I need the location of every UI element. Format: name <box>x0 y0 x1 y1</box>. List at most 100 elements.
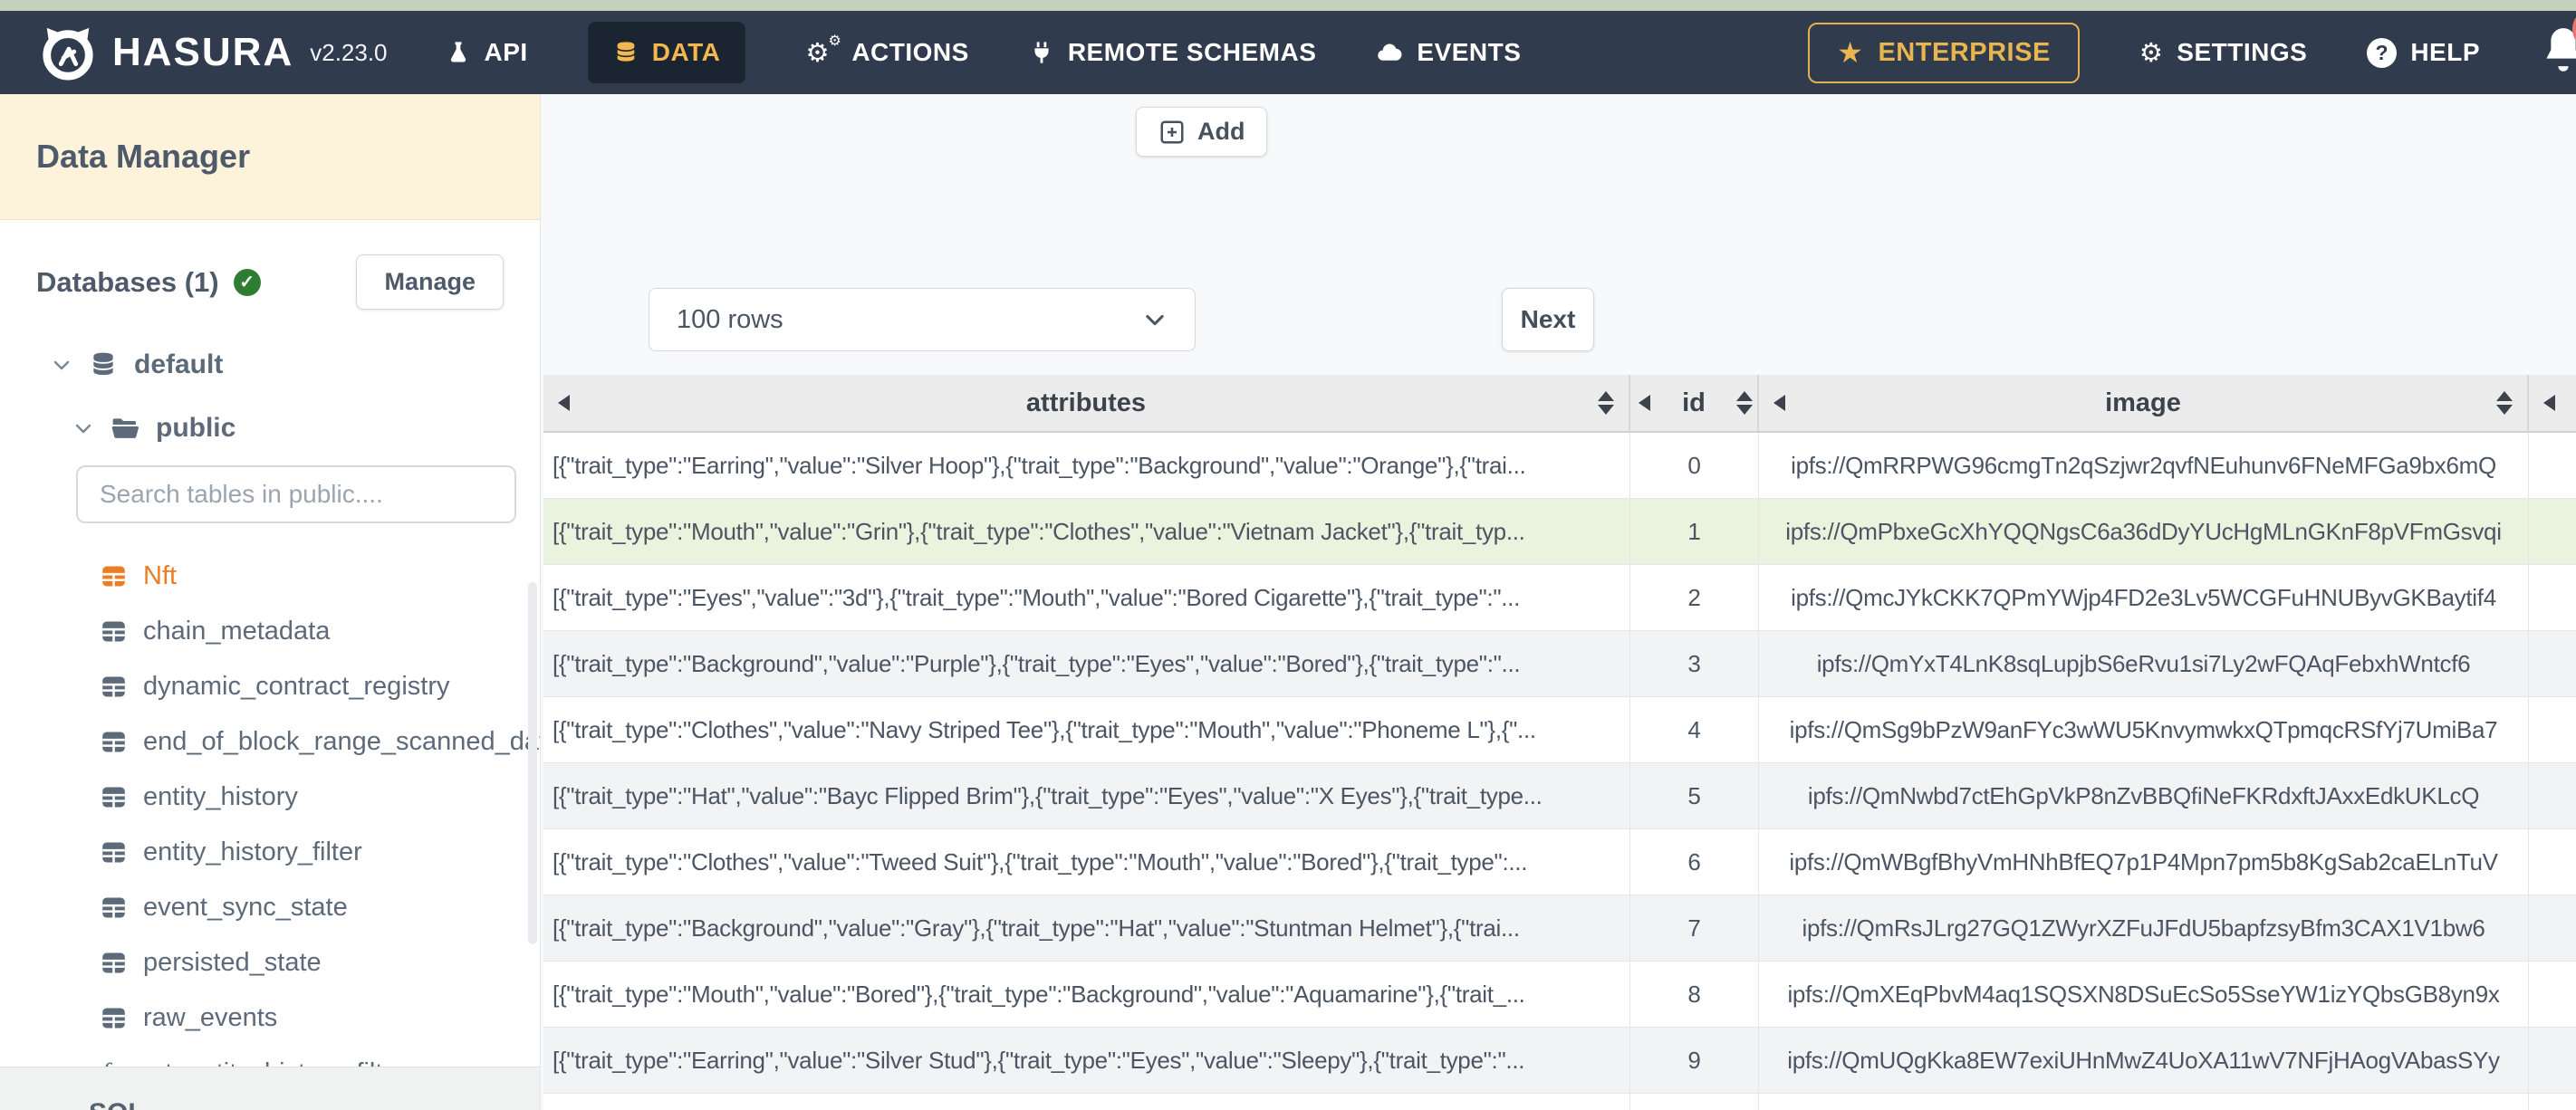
hasura-logo[interactable]: HASURA v2.23.0 <box>40 24 388 81</box>
cell-extra[interactable] <box>2529 631 2576 696</box>
add-label: Add <box>1197 118 1245 145</box>
table-item-event-sync-state[interactable]: event_sync_state <box>0 880 540 935</box>
table-row-7[interactable]: [{"trait_type":"Background","value":"Gra… <box>543 895 2576 962</box>
nav-item-actions[interactable]: ⚙ ⚙ ACTIONS <box>805 32 969 69</box>
cell-extra[interactable] <box>2529 433 2576 498</box>
collapse-column-icon[interactable] <box>1639 395 1650 411</box>
notifications-button[interactable]: 8 <box>2540 8 2576 81</box>
table-row-1[interactable]: [{"trait_type":"Mouth","value":"Grin"},{… <box>543 499 2576 565</box>
table-row-6[interactable]: [{"trait_type":"Clothes","value":"Tweed … <box>543 829 2576 895</box>
table-item-end-of-block-range-scanned-data[interactable]: end_of_block_range_scanned_data <box>0 714 540 770</box>
collapse-column-icon[interactable] <box>558 395 570 411</box>
collapse-column-icon[interactable] <box>1773 395 1785 411</box>
cell-extra[interactable] <box>2529 499 2576 564</box>
table-row-5[interactable]: [{"trait_type":"Hat","value":"Bayc Flipp… <box>543 763 2576 829</box>
cell-image[interactable]: ipfs://QmNwbd7ctEhGpVkP8nZvBBQfiNeFKRdxf… <box>1759 763 2529 828</box>
nav-item-data[interactable]: DATA <box>587 22 746 83</box>
cell-attributes[interactable]: [{"trait_type":"Earring","value":"Silver… <box>543 433 1630 498</box>
nav-item-help[interactable]: ? HELP <box>2367 37 2480 68</box>
tree-item-default-db[interactable]: default <box>0 349 540 380</box>
cell-image[interactable]: ipfs://QmXEqPbvM4aq1SQSXN8DSuEcSo5SseYW1… <box>1759 962 2529 1027</box>
table-icon <box>100 728 128 756</box>
page-title: Data Manager <box>0 94 540 220</box>
cell-id[interactable]: 0 <box>1630 433 1759 498</box>
table-item-entity-history-filter[interactable]: entity_history_filter <box>0 825 540 880</box>
cell-id[interactable]: 7 <box>1630 895 1759 961</box>
cell-extra[interactable] <box>2529 829 2576 895</box>
cell-image[interactable]: ipfs://QmSg9bPzW9anFYc3wWU5KnvymwkxQTpmq… <box>1759 697 2529 762</box>
table-item-nft[interactable]: Nft <box>0 549 540 604</box>
cell-extra[interactable] <box>2529 697 2576 762</box>
function-icon: ƒx <box>100 1057 120 1067</box>
cell-id[interactable]: 5 <box>1630 763 1759 828</box>
cell-image[interactable]: ipfs://QmcJYkCKK7QPmYWjp4FD2e3Lv5WCGFuHN… <box>1759 565 2529 630</box>
cell-image[interactable]: ipfs://QmWBgfBhyVmHNhBfEQ7p1P4Mpn7pm5b8K… <box>1759 829 2529 895</box>
column-header-id[interactable]: id <box>1630 375 1759 431</box>
manage-button[interactable]: Manage <box>356 254 504 310</box>
nav-item-events[interactable]: EVENTS <box>1376 38 1521 67</box>
sort-icon[interactable] <box>1736 391 1753 415</box>
sql-section-label[interactable]: SQL <box>0 1067 540 1110</box>
cell-id[interactable]: 4 <box>1630 697 1759 762</box>
cell-id[interactable]: 6 <box>1630 829 1759 895</box>
cell-attributes[interactable]: [{"trait_type":"Mouth","value":"Bored"},… <box>543 962 1630 1027</box>
cell-extra[interactable] <box>2529 763 2576 828</box>
tree-item-public-schema[interactable]: public <box>0 413 540 444</box>
enterprise-button[interactable]: ★ ENTERPRISE <box>1808 22 2080 83</box>
cell-attributes[interactable]: [{"trait_type":"Clothes","value":"Navy S… <box>543 697 1630 762</box>
cell-image[interactable]: ipfs://QmRsJLrg27GQ1ZWyrXZFuJFdU5bapfzsy… <box>1759 895 2529 961</box>
cell-id[interactable]: 8 <box>1630 962 1759 1027</box>
nav-item-remote-schemas[interactable]: REMOTE SCHEMAS <box>1029 38 1317 67</box>
cell-image[interactable]: ipfs://QmPbxeGcXhYQQNgsC6a36dDyYUcHgMLnG… <box>1759 499 2529 564</box>
table-row-9[interactable]: [{"trait_type":"Earring","value":"Silver… <box>543 1028 2576 1094</box>
column-header-attributes[interactable]: attributes <box>543 375 1630 431</box>
cell-attributes[interactable]: [{"trait_type":"Background","value":"Pur… <box>543 631 1630 696</box>
column-header-image[interactable]: image <box>1759 375 2529 431</box>
column-header-extra[interactable] <box>2529 375 2576 431</box>
sort-icon[interactable] <box>1598 391 1614 415</box>
chevron-down-icon[interactable] <box>72 417 94 439</box>
cell-extra[interactable] <box>2529 962 2576 1027</box>
cell-image[interactable]: ipfs://QmYxT4LnK8sqLupjbS6eRvu1si7Ly2wFQ… <box>1759 631 2529 696</box>
cell-extra[interactable] <box>2529 1028 2576 1093</box>
table-item-persisted-state[interactable]: persisted_state <box>0 935 540 990</box>
chevron-down-icon[interactable] <box>51 354 72 376</box>
cell-extra[interactable] <box>2529 565 2576 630</box>
cell-extra[interactable] <box>2529 895 2576 961</box>
cell-attributes[interactable]: [{"trait_type":"Background","value":"Gra… <box>543 895 1630 961</box>
sidebar-scrollbar[interactable] <box>528 582 537 944</box>
table-row-0[interactable]: [{"trait_type":"Earring","value":"Silver… <box>543 433 2576 499</box>
cell-attributes[interactable]: [{"trait_type":"Hat","value":"Bayc Flipp… <box>543 763 1630 828</box>
cell-id[interactable]: 1 <box>1630 499 1759 564</box>
cell-attributes[interactable]: [{"trait_type":"Mouth","value":"Grin"},{… <box>543 499 1630 564</box>
cell-attributes[interactable]: [{"trait_type":"Earring","value":"Silver… <box>543 1028 1630 1093</box>
next-page-button[interactable]: Next <box>1502 288 1594 351</box>
table-item-raw-events[interactable]: raw_events <box>0 990 540 1046</box>
table-icon <box>100 838 128 866</box>
add-row-button[interactable]: Add <box>1136 107 1268 157</box>
table-item-dynamic-contract-registry[interactable]: dynamic_contract_registry <box>0 659 540 714</box>
table-row-4[interactable]: [{"trait_type":"Clothes","value":"Navy S… <box>543 697 2576 763</box>
table-item-chain-metadata[interactable]: chain_metadata <box>0 604 540 659</box>
cell-id[interactable]: 3 <box>1630 631 1759 696</box>
nav-item-label: REMOTE SCHEMAS <box>1067 38 1317 66</box>
collapse-column-icon[interactable] <box>2543 395 2555 411</box>
table-search-box <box>76 465 516 523</box>
nav-item-api[interactable]: API <box>446 38 528 67</box>
table-row-8[interactable]: [{"trait_type":"Mouth","value":"Bored"},… <box>543 962 2576 1028</box>
cell-attributes[interactable]: [{"trait_type":"Clothes","value":"Tweed … <box>543 829 1630 895</box>
nav-item-settings[interactable]: ⚙ SETTINGS <box>2139 38 2308 67</box>
cell-id[interactable]: 9 <box>1630 1028 1759 1093</box>
rows-per-page-select[interactable]: 100 rows <box>649 288 1196 351</box>
sort-icon[interactable] <box>2496 391 2513 415</box>
cell-image[interactable]: ipfs://QmUQgKka8EW7exiUHnMwZ4UoXA11wV7NF… <box>1759 1028 2529 1093</box>
cell-id[interactable]: 2 <box>1630 565 1759 630</box>
search-input[interactable] <box>100 480 480 509</box>
cell-attributes[interactable]: [{"trait_type":"Eyes","value":"3d"},{"tr… <box>543 565 1630 630</box>
table-row-2[interactable]: [{"trait_type":"Eyes","value":"3d"},{"tr… <box>543 565 2576 631</box>
cell-image[interactable]: ipfs://QmRRPWG96cmgTn2qSzjwr2qvfNEuhunv6… <box>1759 433 2529 498</box>
database-tree: default public <box>0 349 540 444</box>
table-row-3[interactable]: [{"trait_type":"Background","value":"Pur… <box>543 631 2576 697</box>
function-item-get-entity-history-filter[interactable]: ƒx get_entity_history_filter <box>0 1046 540 1067</box>
table-item-entity-history[interactable]: entity_history <box>0 770 540 825</box>
